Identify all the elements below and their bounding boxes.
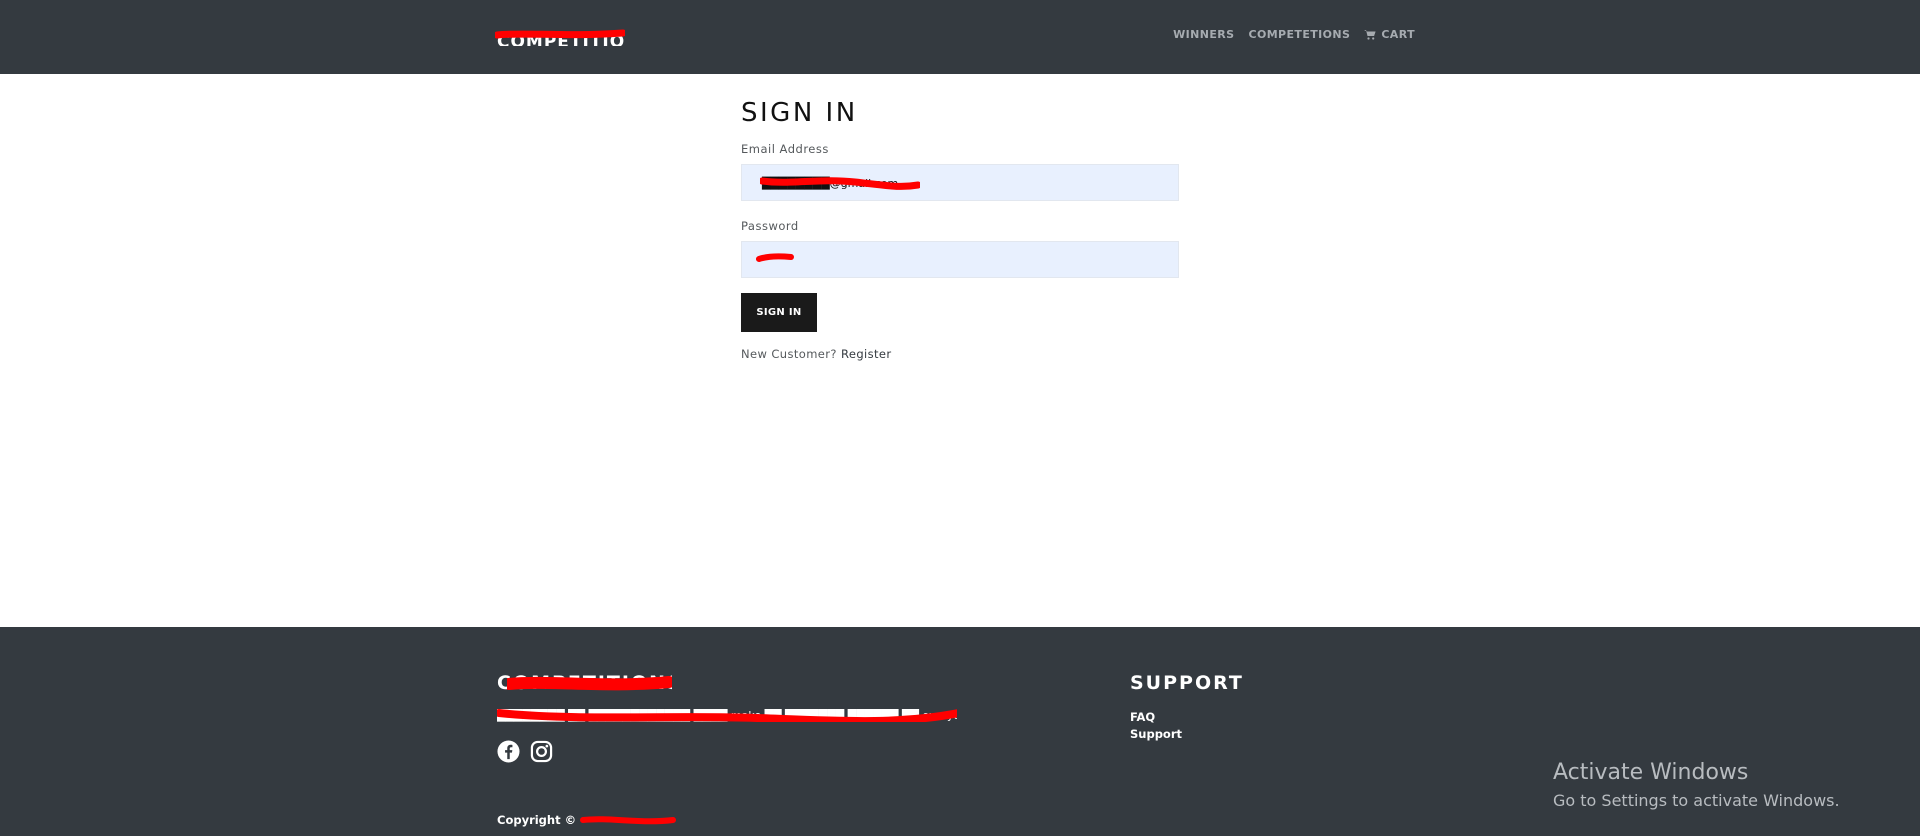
password-label: Password <box>741 219 799 233</box>
redaction-scribble <box>580 816 677 825</box>
footer-link-support[interactable]: Support <box>1130 726 1182 743</box>
watermark-subtitle: Go to Settings to activate Windows. <box>1553 791 1840 810</box>
cart-icon <box>1364 29 1376 40</box>
support-links: FAQ Support <box>1130 709 1182 743</box>
password-value: •• <box>762 254 775 267</box>
nav-link-winners[interactable]: WINNERS <box>1173 28 1234 41</box>
brand-text: COMPETITIONS <box>497 32 625 46</box>
cart-label: CART <box>1381 28 1415 41</box>
page-title: SIGN IN <box>741 98 858 128</box>
copyright-text: Copyright © <box>497 813 577 827</box>
signin-form: SIGN IN Email Address ████████@gmail.com… <box>741 98 1179 361</box>
password-field[interactable]: •• <box>741 241 1179 278</box>
new-customer-text: New Customer? <box>741 347 837 361</box>
nav-link-cart[interactable]: CART <box>1364 28 1415 41</box>
email-field[interactable]: ████████@gmail.com <box>741 164 1179 201</box>
top-navbar: COMPETITIONS WINNERS COMPETETIONS CART <box>0 0 1920 74</box>
copyright: Copyright © <box>497 810 677 827</box>
nav-links: WINNERS COMPETETIONS CART <box>1173 28 1415 41</box>
email-value: ████████@gmail.com <box>762 177 899 190</box>
footer-link-faq[interactable]: FAQ <box>1130 709 1182 726</box>
brand-logo[interactable]: COMPETITIONS <box>495 22 625 46</box>
instagram-icon[interactable] <box>530 740 553 767</box>
footer-brand: COMPETITIONS <box>497 672 672 696</box>
email-label: Email Address <box>741 142 829 156</box>
new-customer-line: New Customer? Register <box>741 347 1179 361</box>
activate-windows-watermark: Activate Windows Go to Settings to activ… <box>1553 760 1840 810</box>
footer-tagline: ████████ ██ ████████████ ████ make ██ ██… <box>497 709 957 722</box>
signin-button[interactable]: SIGN IN <box>741 293 817 332</box>
footer-brand-text: COMPETITIONS <box>497 672 672 694</box>
facebook-icon[interactable] <box>497 740 520 767</box>
footer-tagline-text: ████████ ██ ████████████ ████ make ██ ██… <box>497 709 957 722</box>
register-link[interactable]: Register <box>841 347 892 361</box>
watermark-title: Activate Windows <box>1553 760 1749 785</box>
social-links <box>497 740 553 767</box>
nav-link-competetions[interactable]: COMPETETIONS <box>1248 28 1350 41</box>
support-title: SUPPORT <box>1130 672 1244 694</box>
